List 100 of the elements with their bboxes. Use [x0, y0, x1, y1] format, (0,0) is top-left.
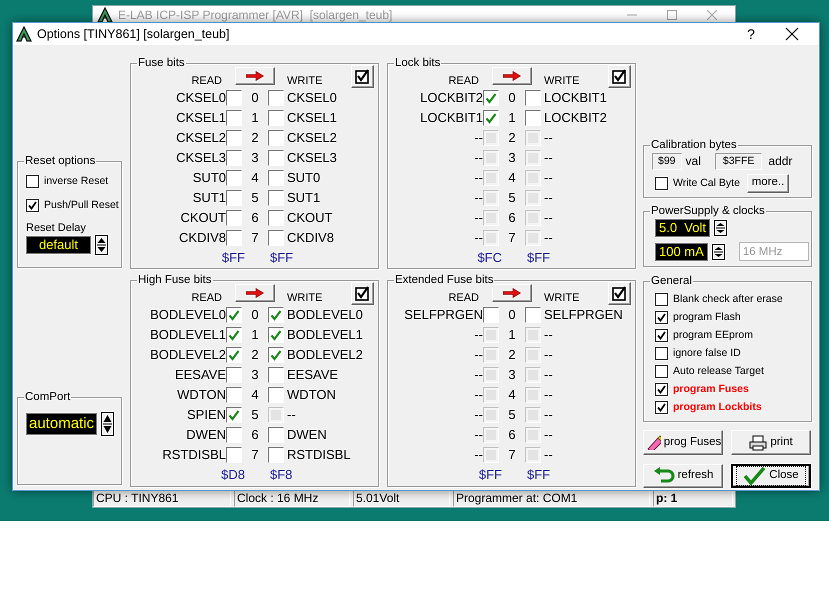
bit-index: 1 [508, 327, 516, 343]
spin-button[interactable] [101, 412, 114, 436]
arrow-icon [503, 71, 521, 81]
checkbox[interactable] [268, 387, 284, 403]
checkbox[interactable] [226, 367, 242, 383]
checkbox[interactable] [226, 170, 242, 186]
checkbox[interactable] [483, 110, 499, 126]
column-header: WRITE [544, 292, 580, 305]
bit-index: 5 [508, 190, 516, 206]
checkbox[interactable] [655, 310, 668, 324]
checkbox[interactable] [226, 427, 242, 443]
bit-label: DWEN [186, 427, 226, 443]
checkbox[interactable] [483, 307, 499, 323]
checkbox[interactable] [655, 364, 668, 378]
bit-label: SUT1 [287, 190, 320, 206]
bit-label: SUT0 [192, 170, 226, 186]
checkbox[interactable] [226, 210, 242, 226]
checkbox[interactable] [268, 190, 284, 206]
checkbox[interactable] [655, 400, 668, 414]
checkbox[interactable] [226, 110, 242, 126]
close-icon[interactable] [785, 27, 799, 41]
bit-label: -- [474, 190, 483, 206]
checkbox[interactable] [268, 427, 284, 443]
select-all-button[interactable] [608, 65, 631, 88]
bit-index: 4 [508, 387, 516, 403]
copy-button[interactable] [235, 67, 275, 85]
spin-button[interactable] [714, 220, 727, 236]
checkbox[interactable] [268, 327, 284, 343]
checkbox[interactable] [268, 347, 284, 363]
checkbox[interactable] [226, 150, 242, 166]
bit-index: 4 [251, 170, 259, 186]
checkbox[interactable] [226, 347, 242, 363]
checkbox[interactable] [268, 367, 284, 383]
bit-index: 4 [508, 170, 516, 186]
checkbox[interactable] [268, 150, 284, 166]
checkbox[interactable] [226, 90, 242, 106]
bit-label: -- [544, 407, 553, 423]
button[interactable]: Close [731, 464, 811, 488]
checkbox[interactable] [655, 176, 668, 190]
checkbox[interactable] [226, 447, 242, 463]
bit-label: EESAVE [287, 367, 338, 383]
checkbox[interactable] [226, 407, 242, 423]
checkbox[interactable] [268, 447, 284, 463]
bit-index: 0 [508, 90, 516, 106]
maximize-icon[interactable] [667, 10, 677, 20]
bit-label: -- [474, 427, 483, 443]
group-title: High Fuse bits [137, 273, 213, 287]
checkbox[interactable] [655, 328, 668, 342]
checkbox[interactable] [268, 307, 284, 323]
bit-index: 3 [508, 367, 516, 383]
bit-label: LOCKBIT2 [544, 110, 607, 126]
checkbox[interactable] [525, 307, 541, 323]
dialog-title: Options [TINY861] [solargen_teub] [37, 26, 230, 42]
arrow-icon [246, 288, 264, 298]
column-header: READ [448, 74, 479, 88]
checkbox[interactable] [268, 110, 284, 126]
select-all-button[interactable] [608, 282, 631, 305]
checkbox[interactable] [226, 387, 242, 403]
checkbox[interactable] [226, 307, 242, 323]
checkbox[interactable] [26, 174, 39, 188]
checkbox[interactable] [268, 130, 284, 146]
checkbox[interactable] [268, 90, 284, 106]
checkbox[interactable] [226, 130, 242, 146]
bit-label: RSTDISBL [287, 447, 351, 463]
checkbox[interactable] [226, 327, 242, 343]
checkbox[interactable] [655, 382, 668, 396]
checkbox[interactable] [26, 198, 39, 212]
column-header: WRITE [287, 292, 322, 305]
checkbox[interactable] [268, 210, 284, 226]
copy-button[interactable] [492, 67, 532, 85]
bit-label: CKSEL1 [287, 110, 337, 126]
checkbox[interactable] [655, 292, 668, 306]
checkbox[interactable] [483, 90, 499, 106]
hex-value: $FC [477, 250, 502, 266]
button[interactable]: print [731, 430, 811, 455]
bit-label: CKSEL1 [176, 110, 226, 126]
copy-button[interactable] [235, 284, 275, 302]
checkbox[interactable] [655, 346, 668, 360]
checkbox[interactable] [268, 170, 284, 186]
group-title: Reset options [24, 154, 96, 168]
checkbox[interactable] [268, 230, 284, 246]
checkbox[interactable] [525, 90, 541, 106]
copy-button[interactable] [492, 284, 532, 302]
column-header: WRITE [287, 74, 322, 88]
checkbox[interactable] [226, 190, 242, 206]
checkbox-icon [612, 69, 627, 84]
column-header: READ [191, 292, 222, 305]
select-all-button[interactable] [351, 65, 374, 88]
bit-label: BODLEVEL2 [287, 347, 363, 363]
more-button[interactable]: more.. [747, 174, 789, 193]
spin-button[interactable] [712, 244, 725, 260]
bit-label: -- [474, 447, 483, 463]
select-all-button[interactable] [351, 282, 374, 305]
button[interactable]: refresh [643, 464, 723, 488]
spin-button[interactable] [95, 235, 108, 256]
help-button[interactable]: ? [736, 26, 766, 42]
button[interactable]: prog Fuses [643, 430, 723, 455]
bit-index: 3 [251, 367, 259, 383]
checkbox[interactable] [226, 230, 242, 246]
checkbox[interactable] [525, 110, 541, 126]
